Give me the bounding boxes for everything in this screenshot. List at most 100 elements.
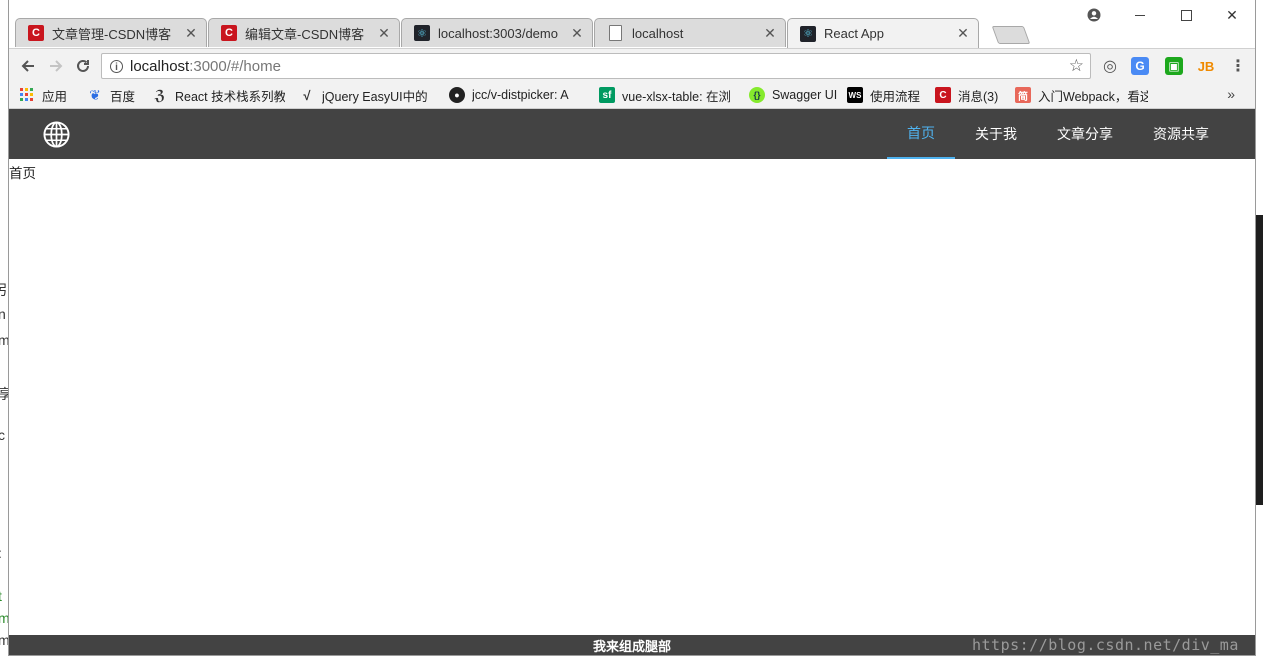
github-icon: ● [449, 87, 465, 103]
bookmark-label: 百度 [110, 89, 136, 104]
close-icon[interactable]: ✕ [184, 25, 198, 42]
nav-about-me[interactable]: 关于我 [955, 109, 1037, 159]
bookmark-vue-xlsx-table[interactable]: sf vue-xlsx-table: 在浏 [599, 84, 739, 106]
background-glyph: 享 [0, 386, 8, 402]
new-tab-button[interactable] [991, 26, 1031, 44]
close-window-button[interactable]: ✕ [1209, 4, 1255, 26]
swagger-icon: {} [749, 87, 765, 103]
baidu-paw-icon: ❦ [89, 86, 101, 103]
forward-arrow-icon [50, 60, 63, 72]
bookmark-label: jQuery EasyUI中的 [322, 89, 428, 104]
maximize-button[interactable] [1163, 4, 1209, 26]
tab-title: localhost:3003/demo [438, 25, 558, 41]
csdn-icon: C [935, 87, 951, 103]
footer-text: 我来组成腿部 [592, 639, 671, 654]
back-button[interactable] [17, 55, 39, 77]
close-icon[interactable]: ✕ [377, 25, 391, 42]
bookmarks-bar: 应用 ❦ 百度 ℨ React 技术栈系列教 √ jQuery EasyUI中的… [9, 82, 1255, 109]
background-glyph: c [0, 427, 5, 443]
feather-icon: ℨ [154, 86, 166, 103]
tab-localhost-demo[interactable]: ⚛ localhost:3003/demo ✕ [401, 18, 593, 47]
main-nav: 首页 关于我 文章分享 资源共享 [887, 109, 1229, 159]
page-viewport: 首页 关于我 文章分享 资源共享 首页 我来组成腿部 [9, 109, 1255, 655]
background-glyph: 引 [0, 282, 8, 298]
tab-title: React App [824, 26, 884, 41]
close-icon[interactable]: ✕ [763, 25, 777, 42]
segmentfault-icon: sf [599, 87, 615, 103]
bookmark-label: jcc/v-distpicker: A [472, 88, 569, 102]
bookmark-baidu[interactable]: ❦ 百度 [87, 84, 142, 106]
background-glyph: m [0, 332, 8, 348]
bookmark-apps[interactable]: 应用 [19, 84, 77, 106]
bookmark-v-distpicker[interactable]: ● jcc/v-distpicker: A [449, 84, 589, 106]
background-glyph: n [0, 306, 6, 322]
browser-toolbar: i localhost:3000/#/home ☆ ◎ G ▣ JB ⋮ [9, 48, 1255, 82]
csdn-icon: C [28, 25, 44, 41]
translate-icon[interactable]: G [1131, 57, 1149, 75]
profile-button[interactable] [1071, 4, 1117, 26]
tab-csdn-article-manage[interactable]: C 文章管理-CSDN博客 ✕ [15, 18, 207, 47]
extension-green-icon[interactable]: ▣ [1165, 57, 1183, 75]
tab-title: 编辑文章-CSDN博客 [245, 26, 365, 42]
title-bar: C 文章管理-CSDN博客 ✕ C 编辑文章-CSDN博客 ✕ ⚛ localh… [9, 0, 1255, 48]
react-icon: ⚛ [800, 25, 816, 42]
bookmark-label: 消息(3) [958, 89, 999, 104]
background-glyph: m [0, 610, 8, 626]
forward-button[interactable] [45, 55, 67, 77]
watermark: https://blog.csdn.net/div_ma [972, 636, 1239, 654]
tab-csdn-edit-article[interactable]: C 编辑文章-CSDN博客 ✕ [208, 18, 400, 47]
bookmark-jquery-easyui[interactable]: √ jQuery EasyUI中的 [299, 84, 439, 106]
bookmark-label: 入门Webpack，看这 [1038, 89, 1148, 104]
nav-resource-share[interactable]: 资源共享 [1133, 109, 1229, 159]
menu-icon[interactable]: ⋮ [1229, 57, 1247, 75]
reload-button[interactable] [72, 55, 94, 77]
tab-title: localhost [632, 25, 684, 41]
bookmark-messages[interactable]: C 消息(3) [935, 84, 1005, 106]
tab-localhost[interactable]: localhost ✕ [594, 18, 786, 47]
tab-strip: C 文章管理-CSDN博客 ✕ C 编辑文章-CSDN博客 ✕ ⚛ localh… [15, 18, 1255, 48]
minimize-button[interactable] [1117, 4, 1163, 26]
globe-icon[interactable] [43, 121, 70, 148]
url-host: localhost [130, 57, 190, 75]
extension-spiral-icon[interactable]: ◎ [1101, 57, 1119, 75]
background-left-edge: 引 n m 享 c : t m m [0, 0, 8, 664]
bookmark-label: Swagger UI [771, 88, 837, 102]
screen: 引 n m 享 c : t m m C 文章管理-CSDN博客 ✕ C 编辑文章… [0, 0, 1263, 664]
reload-icon [77, 59, 89, 72]
react-icon: ⚛ [414, 25, 430, 41]
bookmark-usage-flow[interactable]: WS 使用流程 [847, 84, 925, 106]
bookmark-label: vue-xlsx-table: 在浏 [622, 89, 732, 104]
url-path: :3000/#/home [189, 57, 281, 75]
back-arrow-icon [21, 60, 34, 72]
profile-icon [1087, 8, 1101, 22]
tab-react-app[interactable]: ⚛ React App ✕ [787, 18, 979, 48]
info-icon[interactable]: i [110, 59, 123, 73]
background-right-edge [1256, 0, 1263, 664]
app-header: 首页 关于我 文章分享 资源共享 [9, 109, 1255, 159]
background-dark-panel [1256, 215, 1263, 505]
apps-grid-icon [19, 87, 35, 103]
background-glyph: m [0, 632, 8, 648]
bookmarks-overflow-button[interactable]: » [1227, 86, 1235, 102]
browser-window: C 文章管理-CSDN博客 ✕ C 编辑文章-CSDN博客 ✕ ⚛ localh… [8, 0, 1256, 656]
jianshu-icon: 简 [1015, 87, 1031, 103]
nav-article-share[interactable]: 文章分享 [1037, 109, 1133, 159]
bookmark-swagger-ui[interactable]: {} Swagger UI [749, 84, 837, 106]
window-controls: ✕ [1071, 4, 1255, 26]
page-icon [609, 25, 622, 41]
close-icon[interactable]: ✕ [956, 25, 970, 42]
bookmark-react-tech[interactable]: ℨ React 技术栈系列教 [152, 84, 289, 106]
easyui-icon: √ [303, 87, 311, 103]
address-bar[interactable]: i localhost:3000/#/home ☆ [101, 53, 1091, 79]
star-icon[interactable]: ☆ [1069, 56, 1084, 76]
jetbrains-icon[interactable]: JB [1197, 57, 1215, 75]
csdn-icon: C [221, 25, 237, 41]
nav-home[interactable]: 首页 [887, 109, 955, 159]
background-glyph: : [0, 545, 2, 561]
bookmark-label: 应用 [42, 89, 68, 104]
bookmark-webpack-intro[interactable]: 简 入门Webpack，看这 [1015, 84, 1153, 106]
close-icon[interactable]: ✕ [570, 25, 584, 42]
background-glyph: t [0, 588, 2, 604]
webstorm-icon: WS [847, 87, 863, 103]
tab-title: 文章管理-CSDN博客 [52, 26, 172, 42]
